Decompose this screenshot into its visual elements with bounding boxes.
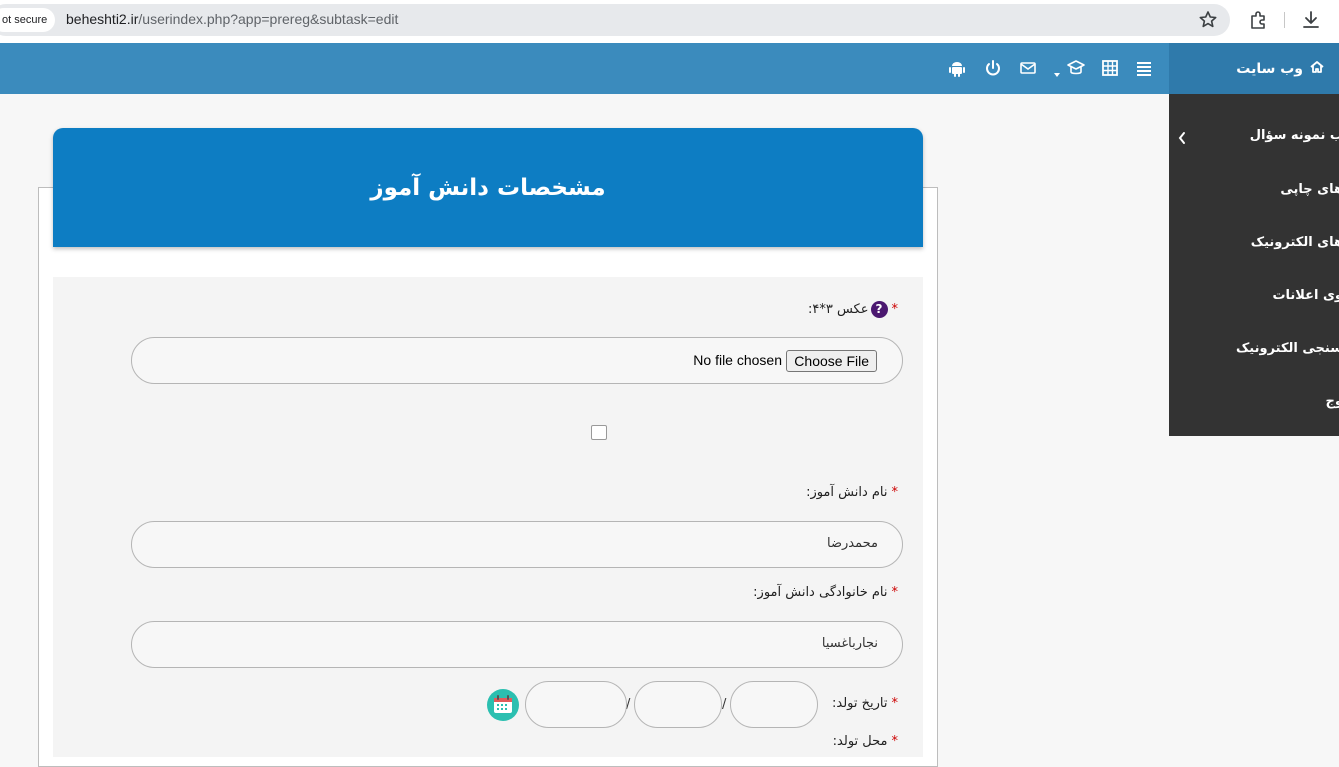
last-name-label: *نام خانوادگی دانش آموز: bbox=[753, 585, 898, 600]
last-name-field[interactable]: نجارباغسیا bbox=[131, 621, 903, 668]
extensions-icon[interactable] bbox=[1247, 8, 1271, 32]
toolbar-divider bbox=[1284, 12, 1285, 28]
required-mark: * bbox=[891, 585, 899, 600]
broken-image-icon bbox=[591, 425, 607, 440]
birth-day-field[interactable] bbox=[730, 681, 818, 728]
choose-file-button[interactable]: Choose File bbox=[786, 350, 877, 372]
first-name-value: محمدرضا bbox=[827, 536, 878, 551]
star-icon[interactable] bbox=[1196, 8, 1220, 32]
birth-date-label-text: تاریخ تولد: bbox=[832, 696, 888, 711]
last-name-value: نجارباغسیا bbox=[821, 636, 878, 651]
url-path: /userindex.php?app=prereg&subtask=edit bbox=[138, 11, 399, 27]
required-mark: * bbox=[891, 696, 899, 711]
photo-file-input[interactable]: Choose File No file chosen bbox=[131, 337, 903, 384]
menu-item-electronic-survey[interactable]: سنجی الکترونیک bbox=[1236, 341, 1339, 356]
calendar-icon[interactable] bbox=[487, 689, 519, 721]
birth-date-label: *تاریخ تولد: bbox=[832, 696, 898, 711]
last-name-label-text: نام خانوادگی دانش آموز: bbox=[753, 585, 888, 600]
date-separator: / bbox=[722, 697, 727, 712]
url-text[interactable]: beheshti2.ir/userindex.php?app=prereg&su… bbox=[66, 11, 398, 27]
power-icon[interactable] bbox=[982, 57, 1004, 79]
photo-label-text: عکس ۳*۴: bbox=[807, 302, 869, 317]
first-name-label: *نام دانش آموز: bbox=[806, 485, 898, 500]
menu-item-printed[interactable]: های چاپی bbox=[1280, 182, 1339, 197]
first-name-label-text: نام دانش آموز: bbox=[806, 485, 888, 500]
menu-item-logout[interactable]: وج bbox=[1326, 394, 1339, 409]
chevron-left-icon[interactable] bbox=[1177, 130, 1187, 149]
menu-item-announcements[interactable]: وی اعلانات bbox=[1272, 288, 1339, 303]
brand-label: وب سایت bbox=[1236, 60, 1303, 77]
android-icon[interactable] bbox=[946, 57, 968, 79]
graduation-icon[interactable] bbox=[1065, 57, 1087, 79]
menu-item-sample-questions[interactable]: ب نمونه سؤال bbox=[1250, 128, 1339, 143]
required-mark: * bbox=[891, 302, 899, 317]
photo-label: *?عکس ۳*۴: bbox=[808, 301, 898, 318]
security-indicator[interactable]: ot secure bbox=[0, 8, 56, 32]
birth-month-field[interactable] bbox=[634, 681, 722, 728]
mail-icon[interactable] bbox=[1017, 57, 1039, 79]
form-title: مشخصات دانش آموز bbox=[370, 174, 606, 201]
list-icon[interactable] bbox=[1133, 57, 1155, 79]
side-menu: ب نمونه سؤال های چاپی های الکترونیک وی ا… bbox=[1169, 94, 1339, 436]
download-icon[interactable] bbox=[1299, 8, 1323, 32]
grid-icon[interactable] bbox=[1099, 57, 1121, 79]
site-navbar: وب سایت bbox=[0, 43, 1339, 94]
required-mark: * bbox=[891, 734, 899, 749]
home-icon bbox=[1309, 59, 1325, 79]
website-link[interactable]: وب سایت bbox=[1169, 43, 1339, 94]
browser-toolbar: ot secure beheshti2.ir/userindex.php?app… bbox=[0, 0, 1339, 43]
first-name-field[interactable]: محمدرضا bbox=[131, 521, 903, 568]
birth-place-label-text: محل تولد: bbox=[832, 734, 888, 749]
url-host: beheshti2.ir bbox=[66, 11, 139, 27]
dropdown-caret-icon[interactable] bbox=[1052, 65, 1062, 77]
birth-year-field[interactable] bbox=[525, 681, 627, 728]
menu-item-electronic[interactable]: های الکترونیک bbox=[1251, 235, 1339, 250]
form-header: مشخصات دانش آموز bbox=[53, 128, 923, 247]
birth-place-label: *محل تولد: bbox=[833, 734, 898, 749]
required-mark: * bbox=[891, 485, 899, 500]
help-icon[interactable]: ? bbox=[870, 301, 888, 318]
file-status: No file chosen bbox=[693, 352, 782, 368]
